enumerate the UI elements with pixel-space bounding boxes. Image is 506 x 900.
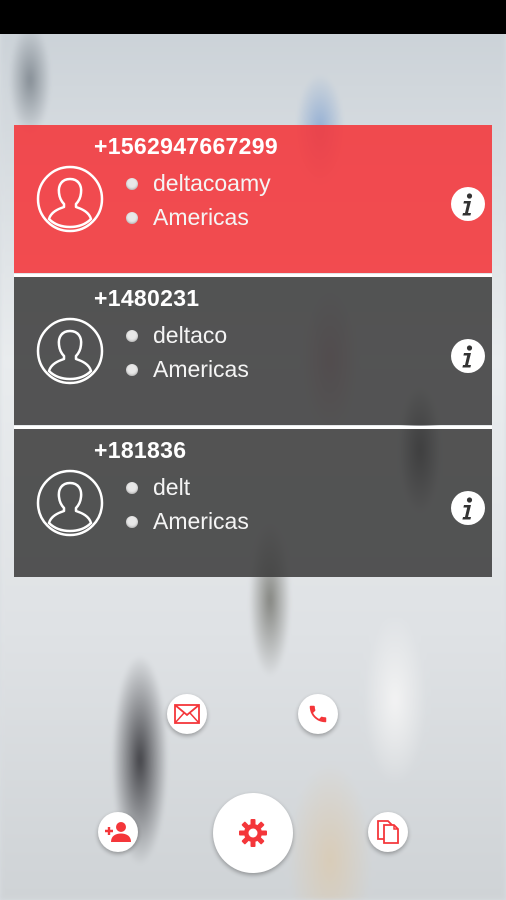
region-name: Americas [153, 204, 249, 230]
phone-number: +1480231 [94, 285, 200, 311]
copy-icon [377, 820, 399, 844]
carrier-name: delt [153, 474, 191, 500]
contact-avatar-icon [36, 165, 104, 233]
phone-number: +1562947667299 [94, 133, 278, 159]
add-contact-button[interactable] [98, 812, 138, 852]
call-button[interactable] [298, 694, 338, 734]
settings-button[interactable] [213, 793, 293, 873]
info-icon[interactable] [450, 338, 486, 374]
info-icon[interactable] [450, 490, 486, 526]
region-name: Americas [153, 508, 249, 534]
phone-number: +181836 [94, 437, 187, 463]
copy-button[interactable] [368, 812, 408, 852]
carrier-row: delt [126, 474, 190, 501]
info-icon[interactable] [450, 186, 486, 222]
contact-avatar-icon [36, 317, 104, 385]
bullet-icon [126, 515, 138, 528]
phone-icon [309, 705, 327, 723]
region-row: Americas [126, 204, 249, 231]
contact-card[interactable]: +1562947667299 deltacoamy Americas [14, 125, 492, 273]
bullet-icon [126, 177, 138, 190]
add-contact-icon [105, 822, 131, 842]
bullet-icon [126, 211, 138, 224]
gear-icon [239, 819, 267, 847]
contact-avatar-icon [36, 469, 104, 537]
carrier-row: deltaco [126, 322, 227, 349]
status-bar [0, 0, 506, 34]
contact-card[interactable]: +1480231 deltaco Americas [14, 277, 492, 425]
contact-card[interactable]: +181836 delt Americas [14, 429, 492, 577]
carrier-name: deltacoamy [153, 170, 271, 196]
carrier-row: deltacoamy [126, 170, 271, 197]
region-row: Americas [126, 508, 249, 535]
region-row: Americas [126, 356, 249, 383]
bullet-icon [126, 481, 138, 494]
envelope-icon [174, 704, 200, 724]
send-message-button[interactable] [167, 694, 207, 734]
bullet-icon [126, 329, 138, 342]
bullet-icon [126, 363, 138, 376]
carrier-name: deltaco [153, 322, 228, 348]
region-name: Americas [153, 356, 249, 382]
